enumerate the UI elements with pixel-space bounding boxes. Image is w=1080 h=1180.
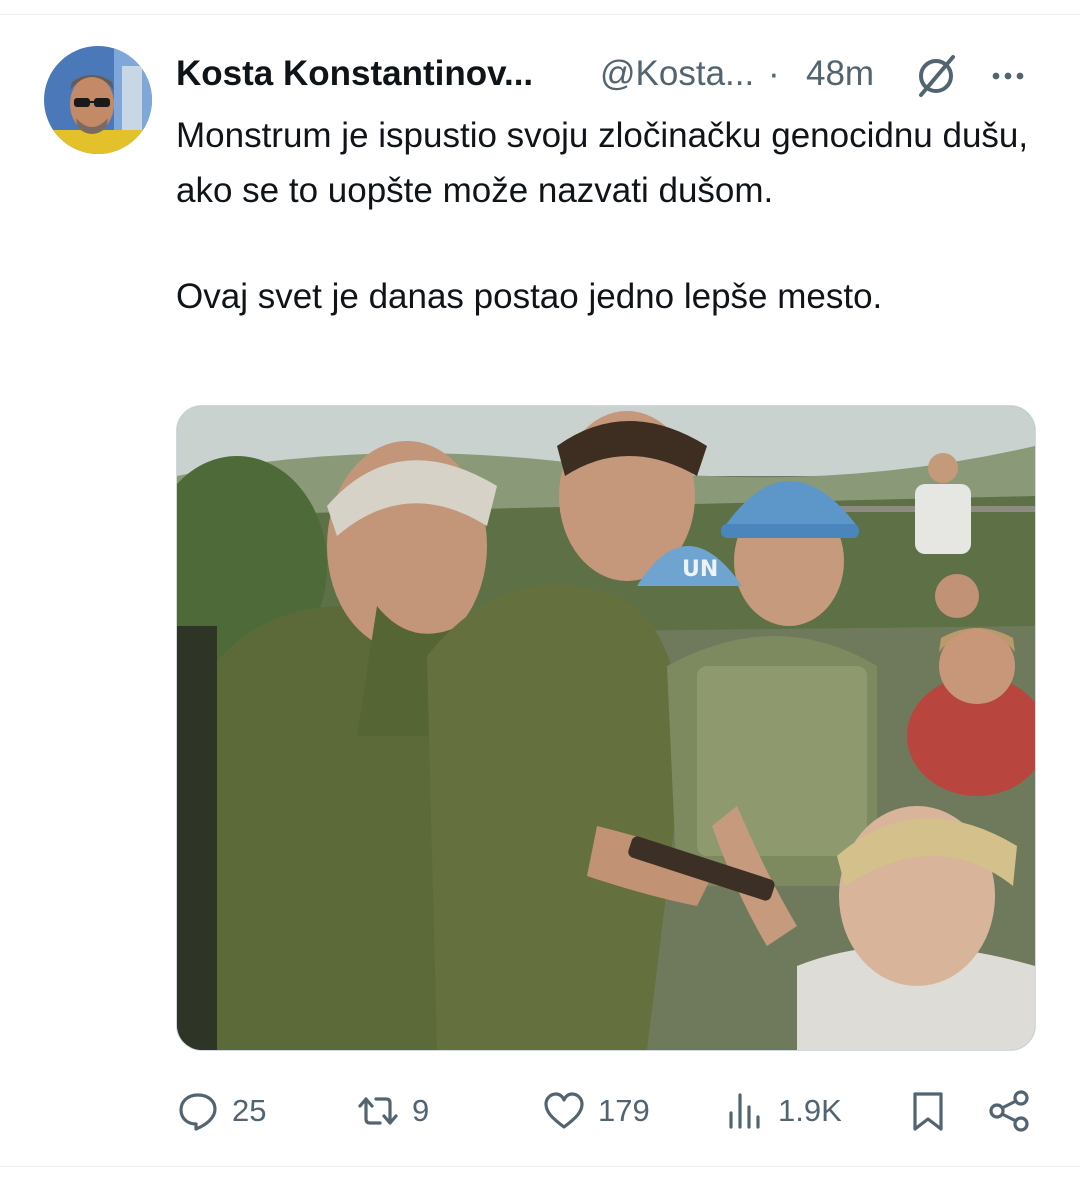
grok-icon[interactable] <box>912 52 960 100</box>
reply-button[interactable]: 25 <box>176 1086 266 1136</box>
tweet-paragraph: Ovaj svet je danas postao jedno lepše me… <box>176 277 883 316</box>
un-helmet-label: UN <box>682 557 718 582</box>
tweet-text: Monstrum je ispustio svoju zločinačku ge… <box>176 108 1046 324</box>
like-button[interactable]: 179 <box>542 1086 650 1136</box>
views-button[interactable]: 1.9K <box>722 1086 842 1136</box>
action-bar: 25 9 179 1.9K <box>0 1086 1080 1136</box>
post-time[interactable]: 48m <box>806 54 874 94</box>
author-handle[interactable]: @Kosta... <box>600 54 754 94</box>
author-display-name[interactable]: Kosta Konstantinov... <box>176 54 533 94</box>
like-count: 179 <box>598 1093 650 1128</box>
views-icon <box>729 1093 760 1129</box>
tweet-paragraph: Monstrum je ispustio svoju zločinačku ge… <box>176 116 1029 210</box>
repost-button[interactable]: 9 <box>356 1086 429 1136</box>
bookmark-icon <box>913 1092 943 1131</box>
bottom-divider <box>0 1166 1080 1167</box>
share-button[interactable] <box>988 1086 1032 1136</box>
repost-count: 9 <box>412 1093 430 1128</box>
like-icon <box>544 1092 584 1129</box>
media-photo: UN <box>177 406 1035 1050</box>
repost-icon <box>358 1097 398 1125</box>
avatar[interactable] <box>44 46 152 154</box>
separator-dot: · <box>768 54 780 93</box>
top-divider <box>0 14 1080 15</box>
share-icon <box>989 1090 1029 1132</box>
tweet-header: Kosta Konstantinov... @Kosta... · 48m <box>176 50 1046 97</box>
avatar-photo <box>44 46 152 154</box>
bookmark-button[interactable] <box>906 1086 950 1136</box>
reply-count: 25 <box>232 1093 267 1128</box>
more-icon[interactable] <box>988 56 1028 96</box>
views-count: 1.9K <box>778 1093 842 1128</box>
reply-icon <box>179 1093 217 1131</box>
tweet-media[interactable]: UN <box>176 405 1036 1051</box>
